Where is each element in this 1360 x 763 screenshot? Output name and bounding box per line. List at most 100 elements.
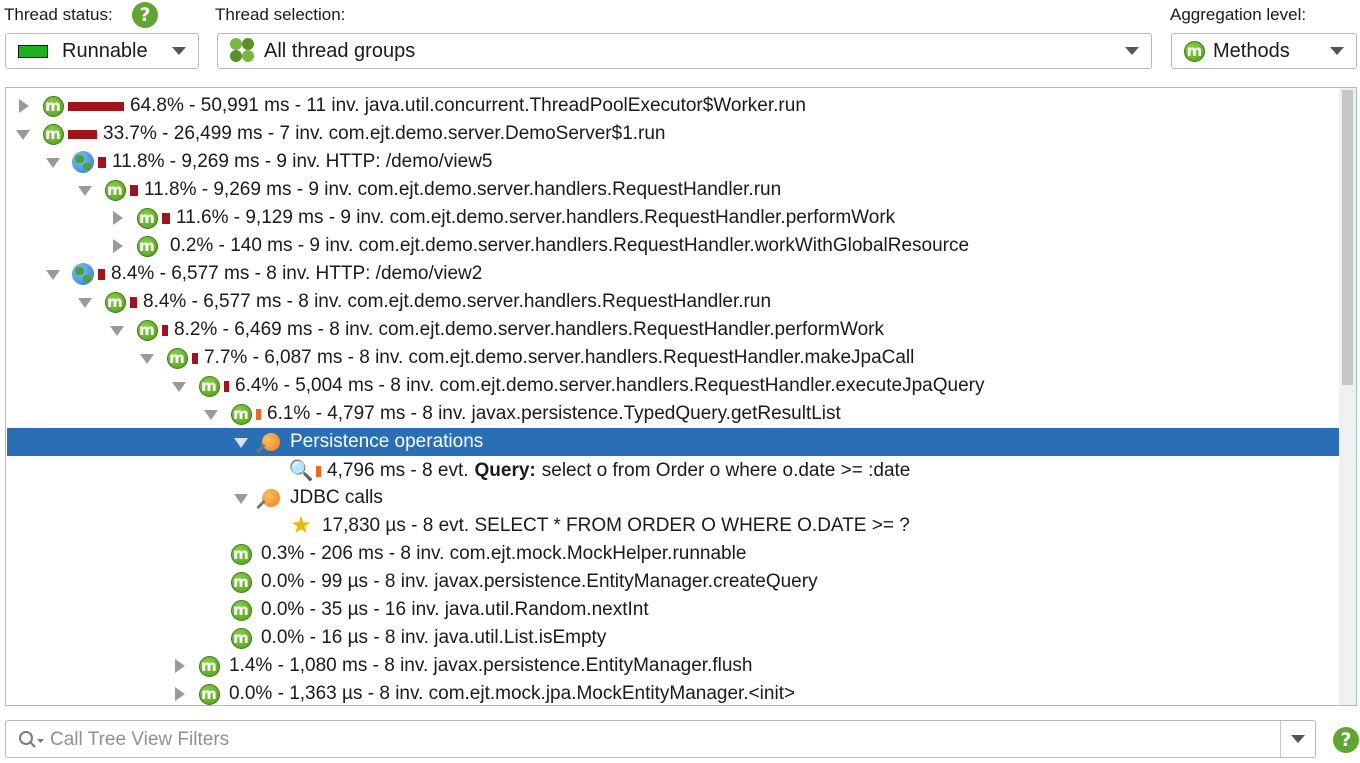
chevron-down-icon[interactable] <box>1291 735 1305 743</box>
row-label: 7.7% - 6,087 ms - 8 inv. com.ejt.demo.se… <box>204 347 915 368</box>
tree-row[interactable]: m 6.4% - 5,004 ms - 8 inv. com.ejt.demo.… <box>7 372 1339 400</box>
time-bar <box>98 156 106 168</box>
globe-icon <box>68 263 98 285</box>
thread-selection-value: All thread groups <box>264 39 416 62</box>
time-bar <box>256 408 261 420</box>
vertical-scrollbar[interactable] <box>1339 88 1356 705</box>
tree-row[interactable]: m 7.7% - 6,087 ms - 8 inv. com.ejt.demo.… <box>7 344 1339 372</box>
tree-row[interactable]: m 0.0% - 1,363 µs - 8 inv. com.ejt.mock.… <box>7 679 1339 705</box>
tree-row[interactable]: m 8.4% - 6,577 ms - 8 inv. com.ejt.demo.… <box>7 288 1339 316</box>
method-icon: m <box>226 567 256 593</box>
tree-row[interactable]: m 0.0% - 16 µs - 8 inv. java.util.List.i… <box>7 623 1339 652</box>
filter-help-icon[interactable]: ? <box>1333 727 1359 753</box>
tree-row[interactable]: JDBC calls <box>7 484 1339 512</box>
tree-row[interactable]: m 0.2% - 140 ms - 9 inv. com.ejt.demo.se… <box>7 232 1339 260</box>
expand-toggle-icon[interactable] <box>172 658 188 674</box>
chevron-down-icon <box>1330 47 1344 55</box>
method-icon: m <box>194 679 224 705</box>
chevron-down-icon <box>1125 47 1139 55</box>
call-tree[interactable]: m 64.8% - 50,991 ms - 11 inv. java.util.… <box>5 87 1357 706</box>
thread-status-select[interactable]: Runnable <box>5 33 199 69</box>
time-bar <box>130 296 137 308</box>
call-tree-filter-field[interactable]: Call Tree View Filters <box>5 720 1316 758</box>
expand-toggle-icon[interactable] <box>16 98 32 114</box>
tree-row[interactable]: 8.4% - 6,577 ms - 8 inv. HTTP: /demo/vie… <box>7 260 1339 288</box>
star-icon: ★ <box>290 512 312 539</box>
collapse-toggle-icon[interactable] <box>16 126 32 142</box>
row-label: Persistence operations <box>290 431 484 452</box>
collapse-toggle-icon[interactable] <box>46 154 62 170</box>
row-label: 8.4% - 6,577 ms - 8 inv. com.ejt.demo.se… <box>143 291 772 312</box>
row-label: 8.4% - 6,577 ms - 8 inv. HTTP: /demo/vie… <box>111 263 483 284</box>
expand-toggle-icon[interactable] <box>110 238 126 254</box>
thread-selection-label: Thread selection: <box>215 5 346 24</box>
collapse-toggle-icon[interactable] <box>172 378 188 394</box>
time-bar <box>224 380 229 392</box>
collapse-toggle-icon[interactable] <box>204 406 220 422</box>
collapse-toggle-icon[interactable] <box>234 490 250 506</box>
tree-row[interactable]: 🔍 4,796 ms - 8 evt. Query: select o from… <box>7 457 1339 485</box>
tree-row[interactable]: ★ 17,830 µs - 8 evt. SELECT * FROM ORDER… <box>7 512 1339 540</box>
tree-row[interactable]: m 1.4% - 1,080 ms - 8 inv. javax.persist… <box>7 651 1339 680</box>
tree-row[interactable]: m 64.8% - 50,991 ms - 11 inv. java.util.… <box>7 91 1339 120</box>
row-label: 64.8% - 50,991 ms - 11 inv. java.util.co… <box>130 95 806 116</box>
aggregation-level-select[interactable]: m Methods <box>1171 33 1357 69</box>
tree-row[interactable]: m 0.3% - 206 ms - 8 inv. com.ejt.mock.Mo… <box>7 539 1339 568</box>
method-icon: m <box>226 623 256 649</box>
tree-row[interactable]: m 6.1% - 4,797 ms - 8 inv. javax.persist… <box>7 399 1339 428</box>
tree-row[interactable]: 11.8% - 9,269 ms - 9 inv. HTTP: /demo/vi… <box>7 148 1339 176</box>
search-icon[interactable] <box>18 730 46 755</box>
method-icon: m <box>162 347 192 369</box>
expand-toggle-icon[interactable] <box>110 210 126 226</box>
tree-row[interactable]: m 0.0% - 35 µs - 16 inv. java.util.Rando… <box>7 595 1339 624</box>
tree-row[interactable]: m 0.0% - 99 µs - 8 inv. javax.persistenc… <box>7 567 1339 596</box>
row-label: 8.2% - 6,469 ms - 8 inv. com.ejt.demo.se… <box>174 319 884 340</box>
row-label: 11.8% - 9,269 ms - 9 inv. com.ejt.demo.s… <box>144 179 782 200</box>
thread-status-label: Thread status: <box>4 5 113 24</box>
method-icon: m <box>132 235 162 257</box>
scrollbar-thumb[interactable] <box>1342 90 1353 385</box>
method-icon: m <box>226 399 256 425</box>
divider <box>1280 721 1281 757</box>
method-icon: m <box>38 91 68 117</box>
probe-pin-icon <box>256 433 286 451</box>
method-icon: m <box>1184 40 1205 62</box>
method-icon: m <box>194 375 224 397</box>
collapse-toggle-icon[interactable] <box>46 266 62 282</box>
magnifier-icon: 🔍 <box>288 460 314 482</box>
time-bar <box>316 465 321 477</box>
tree-row[interactable]: m 11.8% - 9,269 ms - 9 inv. com.ejt.demo… <box>7 176 1339 204</box>
method-icon: m <box>226 539 256 565</box>
method-icon: m <box>132 207 162 229</box>
row-label: 0.0% - 1,363 µs - 8 inv. com.ejt.mock.jp… <box>229 683 796 704</box>
time-bar <box>162 324 168 336</box>
thread-status-value: Runnable <box>62 39 148 62</box>
collapse-toggle-icon[interactable] <box>78 294 94 310</box>
collapse-toggle-icon[interactable] <box>234 434 250 450</box>
collapse-toggle-icon[interactable] <box>78 182 94 198</box>
method-icon: m <box>100 179 130 201</box>
expand-toggle-icon[interactable] <box>172 686 188 702</box>
row-label-query: select o from Order o where o.date >= :d… <box>541 460 911 481</box>
row-label: 1.4% - 1,080 ms - 8 inv. javax.persisten… <box>229 655 753 676</box>
thread-selection-select[interactable]: All thread groups <box>217 33 1152 69</box>
method-icon: m <box>132 319 162 341</box>
tree-row[interactable]: m 11.6% - 9,129 ms - 9 inv. com.ejt.demo… <box>7 204 1339 232</box>
row-label: 0.0% - 99 µs - 8 inv. javax.persistence.… <box>261 571 818 592</box>
thread-status-help-icon[interactable]: ? <box>132 2 158 28</box>
time-bar <box>98 268 105 280</box>
probe-pin-icon <box>256 489 286 507</box>
row-label: 0.2% - 140 ms - 9 inv. com.ejt.demo.serv… <box>170 235 970 256</box>
tree-row-selected[interactable]: Persistence operations <box>7 428 1339 456</box>
time-bar <box>68 129 97 139</box>
tree-row[interactable]: m 33.7% - 26,499 ms - 7 inv. com.ejt.dem… <box>7 119 1339 148</box>
row-label-prefix: 4,796 ms - 8 evt. <box>327 460 469 481</box>
collapse-toggle-icon[interactable] <box>140 350 156 366</box>
tree-row[interactable]: m 8.2% - 6,469 ms - 8 inv. com.ejt.demo.… <box>7 316 1339 344</box>
row-label-keyword: Query: <box>474 460 536 481</box>
row-label: 11.6% - 9,129 ms - 9 inv. com.ejt.demo.s… <box>176 207 896 228</box>
row-label: 0.3% - 206 ms - 8 inv. com.ejt.mock.Mock… <box>261 543 747 564</box>
collapse-toggle-icon[interactable] <box>110 322 126 338</box>
filter-placeholder: Call Tree View Filters <box>50 729 230 750</box>
method-icon: m <box>194 651 224 677</box>
